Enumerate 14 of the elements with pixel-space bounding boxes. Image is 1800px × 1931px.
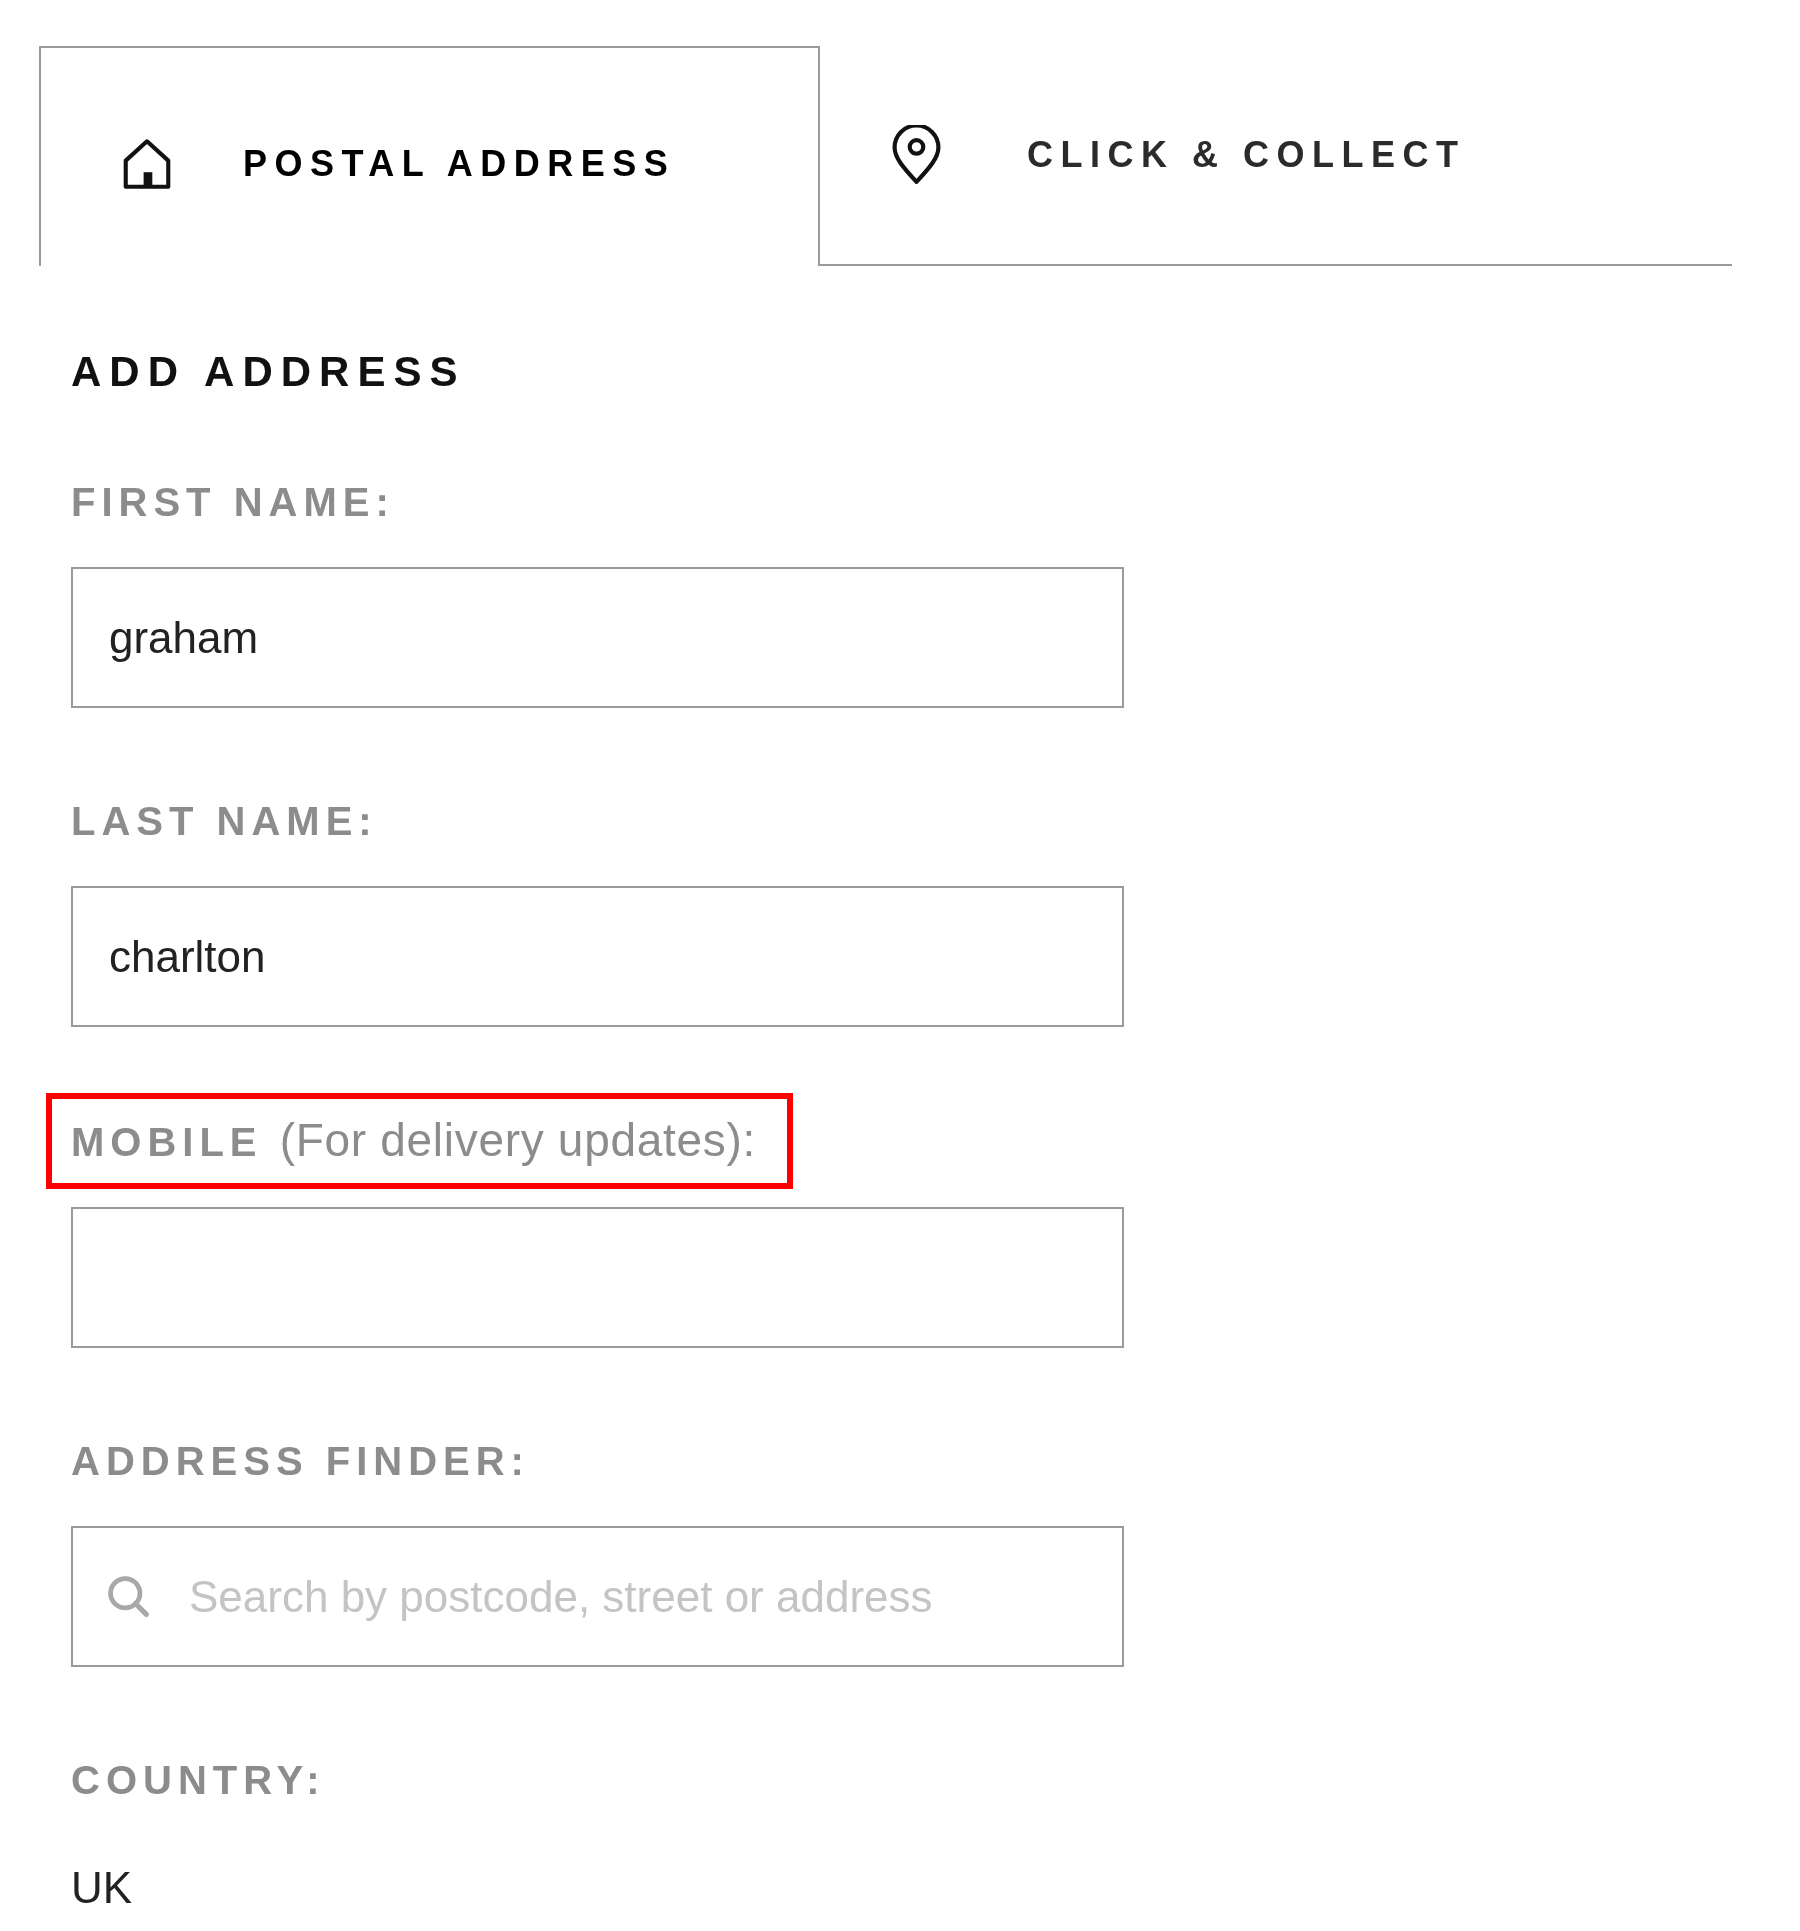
- field-label: FIRST NAME:: [71, 479, 395, 526]
- search-field[interactable]: Search by postcode, street or address: [71, 1526, 1124, 1667]
- location-pin-icon: [890, 125, 943, 185]
- field-label: ADDRESS FINDER:: [71, 1438, 530, 1485]
- field-value: UK: [71, 1863, 133, 1913]
- form-heading: ADD ADDRESS: [71, 347, 466, 397]
- text-field[interactable]: [71, 1207, 1124, 1348]
- tab[interactable]: POSTAL ADDRESS: [39, 46, 820, 266]
- text-field[interactable]: graham: [71, 567, 1124, 708]
- text-field[interactable]: charlton: [71, 886, 1124, 1027]
- search-icon: [106, 1574, 150, 1618]
- field-label: COUNTRY:: [71, 1757, 326, 1804]
- field-label: MOBILE (For delivery updates):: [71, 1115, 756, 1167]
- field-label: LAST NAME:: [71, 798, 378, 845]
